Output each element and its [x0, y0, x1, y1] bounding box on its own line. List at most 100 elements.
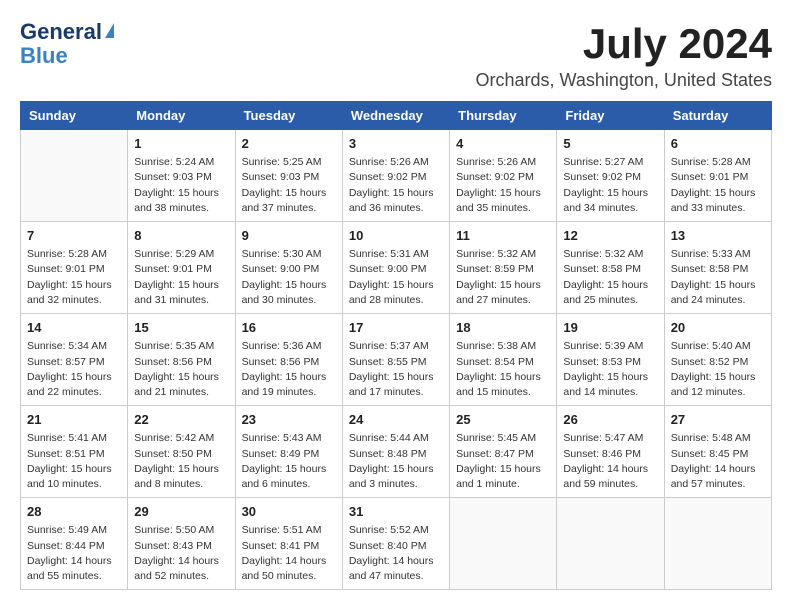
- day-number: 7: [27, 227, 121, 245]
- calendar-header-saturday: Saturday: [664, 102, 771, 130]
- day-number: 1: [134, 135, 228, 153]
- calendar-cell: 10 Sunrise: 5:31 AM Sunset: 9:00 PM Dayli…: [342, 222, 449, 314]
- day-info: Sunrise: 5:33 AM Sunset: 8:58 PM Dayligh…: [671, 247, 765, 308]
- month-title: July 2024: [476, 20, 772, 68]
- calendar-cell: 24Sunrise: 5:44 AM Sunset: 8:48 PM Dayli…: [342, 406, 449, 498]
- title-area: July 2024 Orchards, Washington, United S…: [476, 20, 772, 91]
- day-info: Sunrise: 5:52 AM Sunset: 8:40 PM Dayligh…: [349, 523, 443, 584]
- day-number: 16: [242, 319, 336, 337]
- calendar-cell: 30 Sunrise: 5:51 AM Sunset: 8:41 PM Dayli…: [235, 498, 342, 590]
- day-number: 28: [27, 503, 121, 521]
- day-info: Sunrise: 5:28 AM Sunset: 9:01 PM Dayligh…: [27, 247, 121, 308]
- calendar-header-wednesday: Wednesday: [342, 102, 449, 130]
- calendar-cell: [557, 498, 664, 590]
- day-number: 6: [671, 135, 765, 153]
- logo: General Blue: [20, 20, 114, 68]
- day-info: Sunrise: 5:35 AM Sunset: 8:56 PM Dayligh…: [134, 339, 228, 400]
- day-number: 12: [563, 227, 657, 245]
- calendar-cell: 14 Sunrise: 5:34 AM Sunset: 8:57 PM Dayli…: [21, 314, 128, 406]
- day-info: Sunrise: 5:47 AM Sunset: 8:46 PM Dayligh…: [563, 431, 657, 492]
- day-number: 26: [563, 411, 657, 429]
- day-info: Sunrise: 5:42 AM Sunset: 8:50 PM Dayligh…: [134, 431, 228, 492]
- day-info: Sunrise: 5:37 AM Sunset: 8:55 PM Dayligh…: [349, 339, 443, 400]
- day-number: 31: [349, 503, 443, 521]
- calendar-cell: 20 Sunrise: 5:40 AM Sunset: 8:52 PM Dayli…: [664, 314, 771, 406]
- calendar-cell: 7 Sunrise: 5:28 AM Sunset: 9:01 PM Daylig…: [21, 222, 128, 314]
- day-info: Sunrise: 5:50 AM Sunset: 8:43 PM Dayligh…: [134, 523, 228, 584]
- calendar-table: SundayMondayTuesdayWednesdayThursdayFrid…: [20, 101, 772, 590]
- day-number: 15: [134, 319, 228, 337]
- day-number: 27: [671, 411, 765, 429]
- calendar-cell: 28 Sunrise: 5:49 AM Sunset: 8:44 PM Dayli…: [21, 498, 128, 590]
- calendar-week-row: 14 Sunrise: 5:34 AM Sunset: 8:57 PM Dayli…: [21, 314, 772, 406]
- day-number: 23: [242, 411, 336, 429]
- day-number: 30: [242, 503, 336, 521]
- day-number: 17: [349, 319, 443, 337]
- day-info: Sunrise: 5:36 AM Sunset: 8:56 PM Dayligh…: [242, 339, 336, 400]
- day-info: Sunrise: 5:29 AM Sunset: 9:01 PM Dayligh…: [134, 247, 228, 308]
- day-number: 25: [456, 411, 550, 429]
- calendar-week-row: 21Sunrise: 5:41 AM Sunset: 8:51 PM Dayli…: [21, 406, 772, 498]
- calendar-header-tuesday: Tuesday: [235, 102, 342, 130]
- day-number: 20: [671, 319, 765, 337]
- calendar-header-row: SundayMondayTuesdayWednesdayThursdayFrid…: [21, 102, 772, 130]
- day-info: Sunrise: 5:49 AM Sunset: 8:44 PM Dayligh…: [27, 523, 121, 584]
- calendar-cell: [450, 498, 557, 590]
- day-info: Sunrise: 5:43 AM Sunset: 8:49 PM Dayligh…: [242, 431, 336, 492]
- logo-blue-text: Blue: [20, 44, 114, 68]
- day-info: Sunrise: 5:38 AM Sunset: 8:54 PM Dayligh…: [456, 339, 550, 400]
- day-number: 29: [134, 503, 228, 521]
- calendar-week-row: 1 Sunrise: 5:24 AM Sunset: 9:03 PM Daylig…: [21, 130, 772, 222]
- calendar-header-monday: Monday: [128, 102, 235, 130]
- day-info: Sunrise: 5:45 AM Sunset: 8:47 PM Dayligh…: [456, 431, 550, 492]
- calendar-cell: 29 Sunrise: 5:50 AM Sunset: 8:43 PM Dayli…: [128, 498, 235, 590]
- day-info: Sunrise: 5:26 AM Sunset: 9:02 PM Dayligh…: [456, 155, 550, 216]
- day-info: Sunrise: 5:44 AM Sunset: 8:48 PM Dayligh…: [349, 431, 443, 492]
- page-header: General Blue July 2024 Orchards, Washing…: [20, 20, 772, 91]
- day-info: Sunrise: 5:32 AM Sunset: 8:58 PM Dayligh…: [563, 247, 657, 308]
- day-number: 10: [349, 227, 443, 245]
- calendar-cell: 21Sunrise: 5:41 AM Sunset: 8:51 PM Dayli…: [21, 406, 128, 498]
- calendar-week-row: 7 Sunrise: 5:28 AM Sunset: 9:01 PM Daylig…: [21, 222, 772, 314]
- day-number: 11: [456, 227, 550, 245]
- calendar-cell: 1 Sunrise: 5:24 AM Sunset: 9:03 PM Daylig…: [128, 130, 235, 222]
- calendar-cell: 17 Sunrise: 5:37 AM Sunset: 8:55 PM Dayli…: [342, 314, 449, 406]
- day-info: Sunrise: 5:40 AM Sunset: 8:52 PM Dayligh…: [671, 339, 765, 400]
- day-info: Sunrise: 5:25 AM Sunset: 9:03 PM Dayligh…: [242, 155, 336, 216]
- day-info: Sunrise: 5:32 AM Sunset: 8:59 PM Dayligh…: [456, 247, 550, 308]
- day-number: 14: [27, 319, 121, 337]
- day-info: Sunrise: 5:48 AM Sunset: 8:45 PM Dayligh…: [671, 431, 765, 492]
- day-number: 22: [134, 411, 228, 429]
- calendar-cell: 19 Sunrise: 5:39 AM Sunset: 8:53 PM Dayli…: [557, 314, 664, 406]
- logo-general-text: General: [20, 20, 102, 44]
- day-number: 3: [349, 135, 443, 153]
- calendar-cell: 15 Sunrise: 5:35 AM Sunset: 8:56 PM Dayli…: [128, 314, 235, 406]
- day-info: Sunrise: 5:24 AM Sunset: 9:03 PM Dayligh…: [134, 155, 228, 216]
- calendar-cell: 26 Sunrise: 5:47 AM Sunset: 8:46 PM Dayli…: [557, 406, 664, 498]
- day-number: 9: [242, 227, 336, 245]
- logo-triangle-icon: [105, 23, 114, 38]
- day-info: Sunrise: 5:31 AM Sunset: 9:00 PM Dayligh…: [349, 247, 443, 308]
- calendar-cell: 31 Sunrise: 5:52 AM Sunset: 8:40 PM Dayli…: [342, 498, 449, 590]
- calendar-cell: 12 Sunrise: 5:32 AM Sunset: 8:58 PM Dayli…: [557, 222, 664, 314]
- day-info: Sunrise: 5:28 AM Sunset: 9:01 PM Dayligh…: [671, 155, 765, 216]
- calendar-header-sunday: Sunday: [21, 102, 128, 130]
- calendar-cell: 23 Sunrise: 5:43 AM Sunset: 8:49 PM Dayli…: [235, 406, 342, 498]
- day-info: Sunrise: 5:34 AM Sunset: 8:57 PM Dayligh…: [27, 339, 121, 400]
- day-number: 19: [563, 319, 657, 337]
- calendar-week-row: 28 Sunrise: 5:49 AM Sunset: 8:44 PM Dayli…: [21, 498, 772, 590]
- day-info: Sunrise: 5:39 AM Sunset: 8:53 PM Dayligh…: [563, 339, 657, 400]
- calendar-cell: 13Sunrise: 5:33 AM Sunset: 8:58 PM Dayli…: [664, 222, 771, 314]
- day-info: Sunrise: 5:27 AM Sunset: 9:02 PM Dayligh…: [563, 155, 657, 216]
- calendar-cell: 3 Sunrise: 5:26 AM Sunset: 9:02 PM Daylig…: [342, 130, 449, 222]
- calendar-cell: 16 Sunrise: 5:36 AM Sunset: 8:56 PM Dayli…: [235, 314, 342, 406]
- day-info: Sunrise: 5:51 AM Sunset: 8:41 PM Dayligh…: [242, 523, 336, 584]
- calendar-cell: 25 Sunrise: 5:45 AM Sunset: 8:47 PM Dayli…: [450, 406, 557, 498]
- calendar-cell: 4Sunrise: 5:26 AM Sunset: 9:02 PM Daylig…: [450, 130, 557, 222]
- calendar-cell: 18Sunrise: 5:38 AM Sunset: 8:54 PM Dayli…: [450, 314, 557, 406]
- calendar-cell: 9Sunrise: 5:30 AM Sunset: 9:00 PM Daylig…: [235, 222, 342, 314]
- calendar-cell: [664, 498, 771, 590]
- day-info: Sunrise: 5:26 AM Sunset: 9:02 PM Dayligh…: [349, 155, 443, 216]
- location-title: Orchards, Washington, United States: [476, 70, 772, 91]
- calendar-header-friday: Friday: [557, 102, 664, 130]
